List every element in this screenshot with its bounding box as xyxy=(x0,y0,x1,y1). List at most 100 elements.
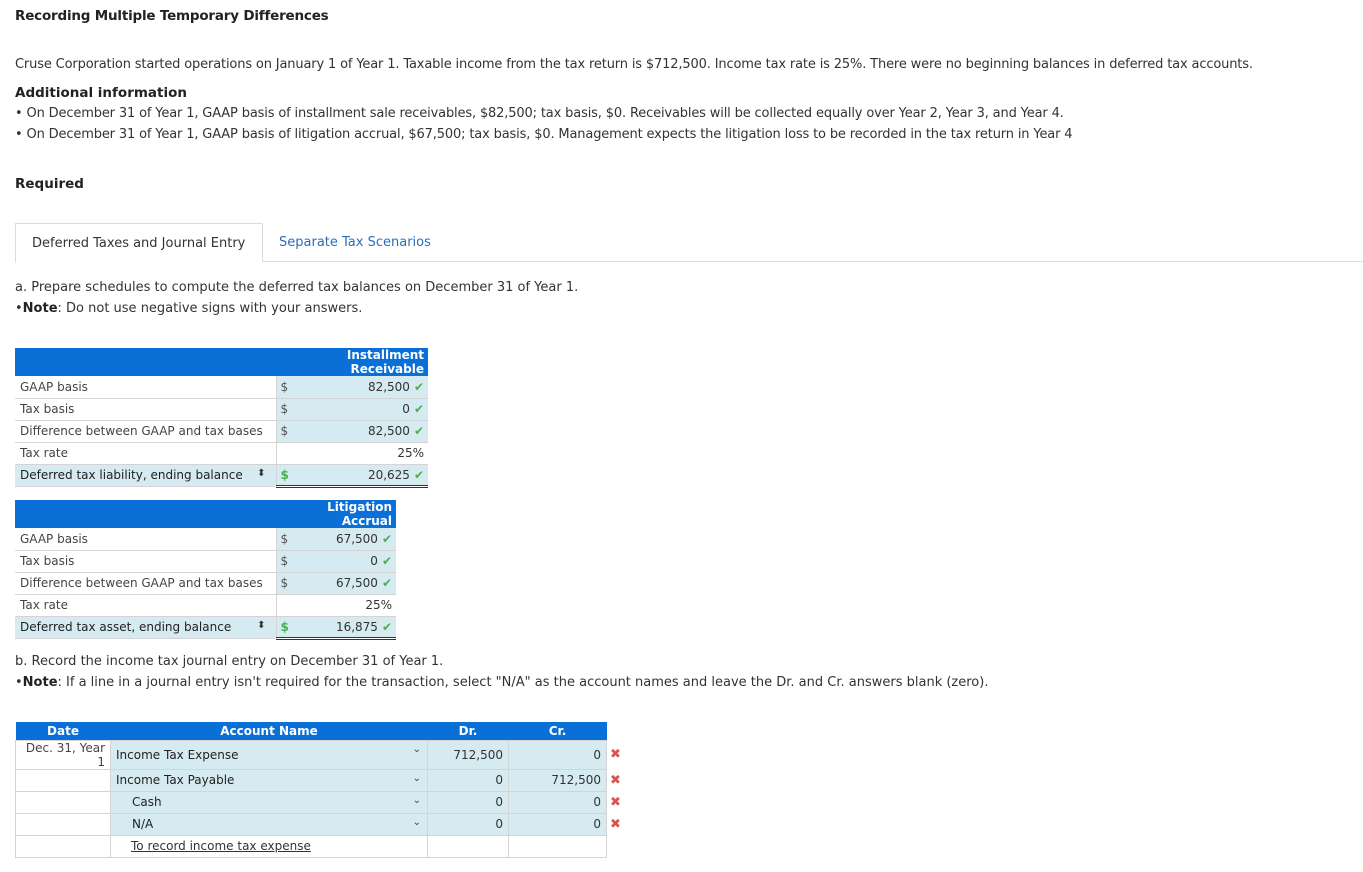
chevron-down-icon: ⌄ xyxy=(412,772,421,784)
date-cell xyxy=(15,790,111,814)
schedule-row: Tax basis $ 0 ✔ xyxy=(15,550,396,573)
difference-input[interactable]: 67,500 ✔ xyxy=(300,571,396,595)
schedule-header: Installment Receivable xyxy=(276,348,428,376)
journal-entry-table: Date Account Name Dr. Cr. Dec. 31, Year … xyxy=(15,722,627,858)
header-blank xyxy=(15,348,276,376)
note-label: Note xyxy=(22,301,58,316)
additional-info-bullet: • On December 31 of Year 1, GAAP basis o… xyxy=(15,106,1064,121)
x-icon: ✖ xyxy=(610,772,621,788)
schedule-row: Tax basis $ 0 ✔ xyxy=(15,398,428,421)
additional-info-bullet: • On December 31 of Year 1, GAAP basis o… xyxy=(15,127,1073,142)
row-label: Difference between GAAP and tax bases xyxy=(15,572,277,595)
currency-symbol: $ xyxy=(276,376,300,399)
tab-bar: Deferred Taxes and Journal Entry Separat… xyxy=(15,223,1363,263)
account-select[interactable]: N/A ⌄ xyxy=(110,812,428,836)
problem-intro: Cruse Corporation started operations on … xyxy=(15,57,1253,72)
check-icon: ✔ xyxy=(413,467,424,482)
incorrect-mark: ✖ xyxy=(607,740,627,769)
currency-symbol xyxy=(276,594,300,617)
part-b-note: •Note: If a line in a journal entry isn'… xyxy=(15,675,989,690)
date-cell: Dec. 31, Year 1 xyxy=(15,739,111,770)
note-text: : Do not use negative signs with your an… xyxy=(57,301,363,316)
schedule-row: Deferred tax liability, ending balance ⬍ … xyxy=(15,463,428,488)
value-text: 0 xyxy=(402,402,410,416)
date-cell xyxy=(15,834,111,858)
gaap-basis-input[interactable]: 82,500 ✔ xyxy=(300,376,428,399)
column-header-date: Date xyxy=(15,722,111,740)
litigation-accrual-schedule: Litigation Accrual GAAP basis $ 67,500 ✔ … xyxy=(15,500,396,640)
debit-cell-empty xyxy=(427,834,509,858)
deferred-tax-type-select[interactable]: Deferred tax liability, ending balance ⬍ xyxy=(15,464,277,487)
account-select[interactable]: Income Tax Payable ⌄ xyxy=(110,768,428,792)
currency-symbol: $ xyxy=(276,528,300,551)
tax-basis-input[interactable]: 0 ✔ xyxy=(300,550,396,573)
debit-input[interactable]: 0 xyxy=(427,812,509,836)
journal-row: Cash ⌄ 0 0 ✖ xyxy=(15,790,627,814)
value-text: 82,500 xyxy=(367,424,410,438)
memo-link[interactable]: To record income tax expense xyxy=(110,834,428,858)
debit-input[interactable]: 0 xyxy=(427,790,509,814)
credit-input[interactable]: 0 xyxy=(508,812,607,836)
incorrect-mark: ✖ xyxy=(607,813,627,835)
schedule-row: Deferred tax asset, ending balance ⬍ $ 16… xyxy=(15,615,396,640)
difference-input[interactable]: 82,500 ✔ xyxy=(300,419,428,443)
additional-info-heading: Additional information xyxy=(15,85,187,101)
credit-input[interactable]: 712,500 xyxy=(508,768,607,792)
select-label: Deferred tax asset, ending balance xyxy=(20,620,232,634)
check-icon: $ xyxy=(280,619,289,634)
tab-deferred-taxes-journal-entry[interactable]: Deferred Taxes and Journal Entry xyxy=(15,223,263,263)
schedule-row: Tax rate 25% xyxy=(15,442,428,465)
value-text: 16,875 xyxy=(335,619,378,634)
tax-rate-value: 25% xyxy=(300,594,396,617)
schedule-row: GAAP basis $ 82,500 ✔ xyxy=(15,376,428,399)
select-label: Deferred tax liability, ending balance xyxy=(20,468,243,482)
account-text: Cash xyxy=(132,795,162,809)
check-icon: ✔ xyxy=(413,379,424,394)
row-label: Tax rate xyxy=(15,442,277,465)
row-label: Difference between GAAP and tax bases xyxy=(15,420,277,443)
updown-arrows-icon: ⬍ xyxy=(257,620,266,631)
schedule-row: Difference between GAAP and tax bases $ … xyxy=(15,571,396,595)
currency-symbol: $ xyxy=(276,550,300,573)
chevron-down-icon: ⌄ xyxy=(412,743,421,755)
row-label: GAAP basis xyxy=(15,376,277,399)
gaap-basis-input[interactable]: 67,500 ✔ xyxy=(300,528,396,551)
required-heading: Required xyxy=(15,176,84,192)
note-label: Note xyxy=(22,675,58,690)
column-header-cr: Cr. xyxy=(508,722,607,740)
deferred-tax-asset-input[interactable]: 16,875 ✔ xyxy=(300,615,396,640)
deferred-tax-liability-input[interactable]: 20,625 ✔ xyxy=(300,463,428,488)
credit-input[interactable]: 0 xyxy=(508,739,607,770)
incorrect-mark: ✖ xyxy=(607,769,627,791)
row-label: Tax basis xyxy=(15,398,277,421)
account-text: Income Tax Expense xyxy=(116,747,239,762)
part-a-note: •Note: Do not use negative signs with yo… xyxy=(15,301,363,316)
date-cell xyxy=(15,812,111,836)
debit-input[interactable]: 0 xyxy=(427,768,509,792)
schedule-row: GAAP basis $ 67,500 ✔ xyxy=(15,528,396,551)
check-icon: ✔ xyxy=(381,554,392,568)
installment-receivable-schedule: Installment Receivable GAAP basis $ 82,5… xyxy=(15,348,428,488)
account-text: Income Tax Payable xyxy=(116,773,235,787)
debit-input[interactable]: 712,500 xyxy=(427,739,509,770)
tab-separate-tax-scenarios[interactable]: Separate Tax Scenarios xyxy=(263,223,447,262)
account-select[interactable]: Income Tax Expense ⌄ xyxy=(110,739,428,770)
incorrect-mark: ✖ xyxy=(607,791,627,813)
header-blank xyxy=(15,500,276,528)
updown-arrows-icon: ⬍ xyxy=(257,468,266,479)
page-title: Recording Multiple Temporary Differences xyxy=(15,8,329,24)
journal-memo-row: To record income tax expense xyxy=(15,834,627,858)
credit-input[interactable]: 0 xyxy=(508,790,607,814)
journal-row: Dec. 31, Year 1 Income Tax Expense ⌄ 712,… xyxy=(15,739,627,770)
account-select[interactable]: Cash ⌄ xyxy=(110,790,428,814)
x-icon: ✖ xyxy=(610,747,621,762)
deferred-tax-type-select[interactable]: Deferred tax asset, ending balance ⬍ xyxy=(15,616,277,639)
row-label: Tax rate xyxy=(15,594,277,617)
check-icon: ✔ xyxy=(413,424,424,438)
currency-symbol: $ xyxy=(276,571,300,595)
check-icon: ✔ xyxy=(381,619,392,634)
mark-spacer xyxy=(607,835,627,857)
tax-basis-input[interactable]: 0 ✔ xyxy=(300,398,428,421)
check-icon: ✔ xyxy=(413,402,424,416)
row-label: Tax basis xyxy=(15,550,277,573)
